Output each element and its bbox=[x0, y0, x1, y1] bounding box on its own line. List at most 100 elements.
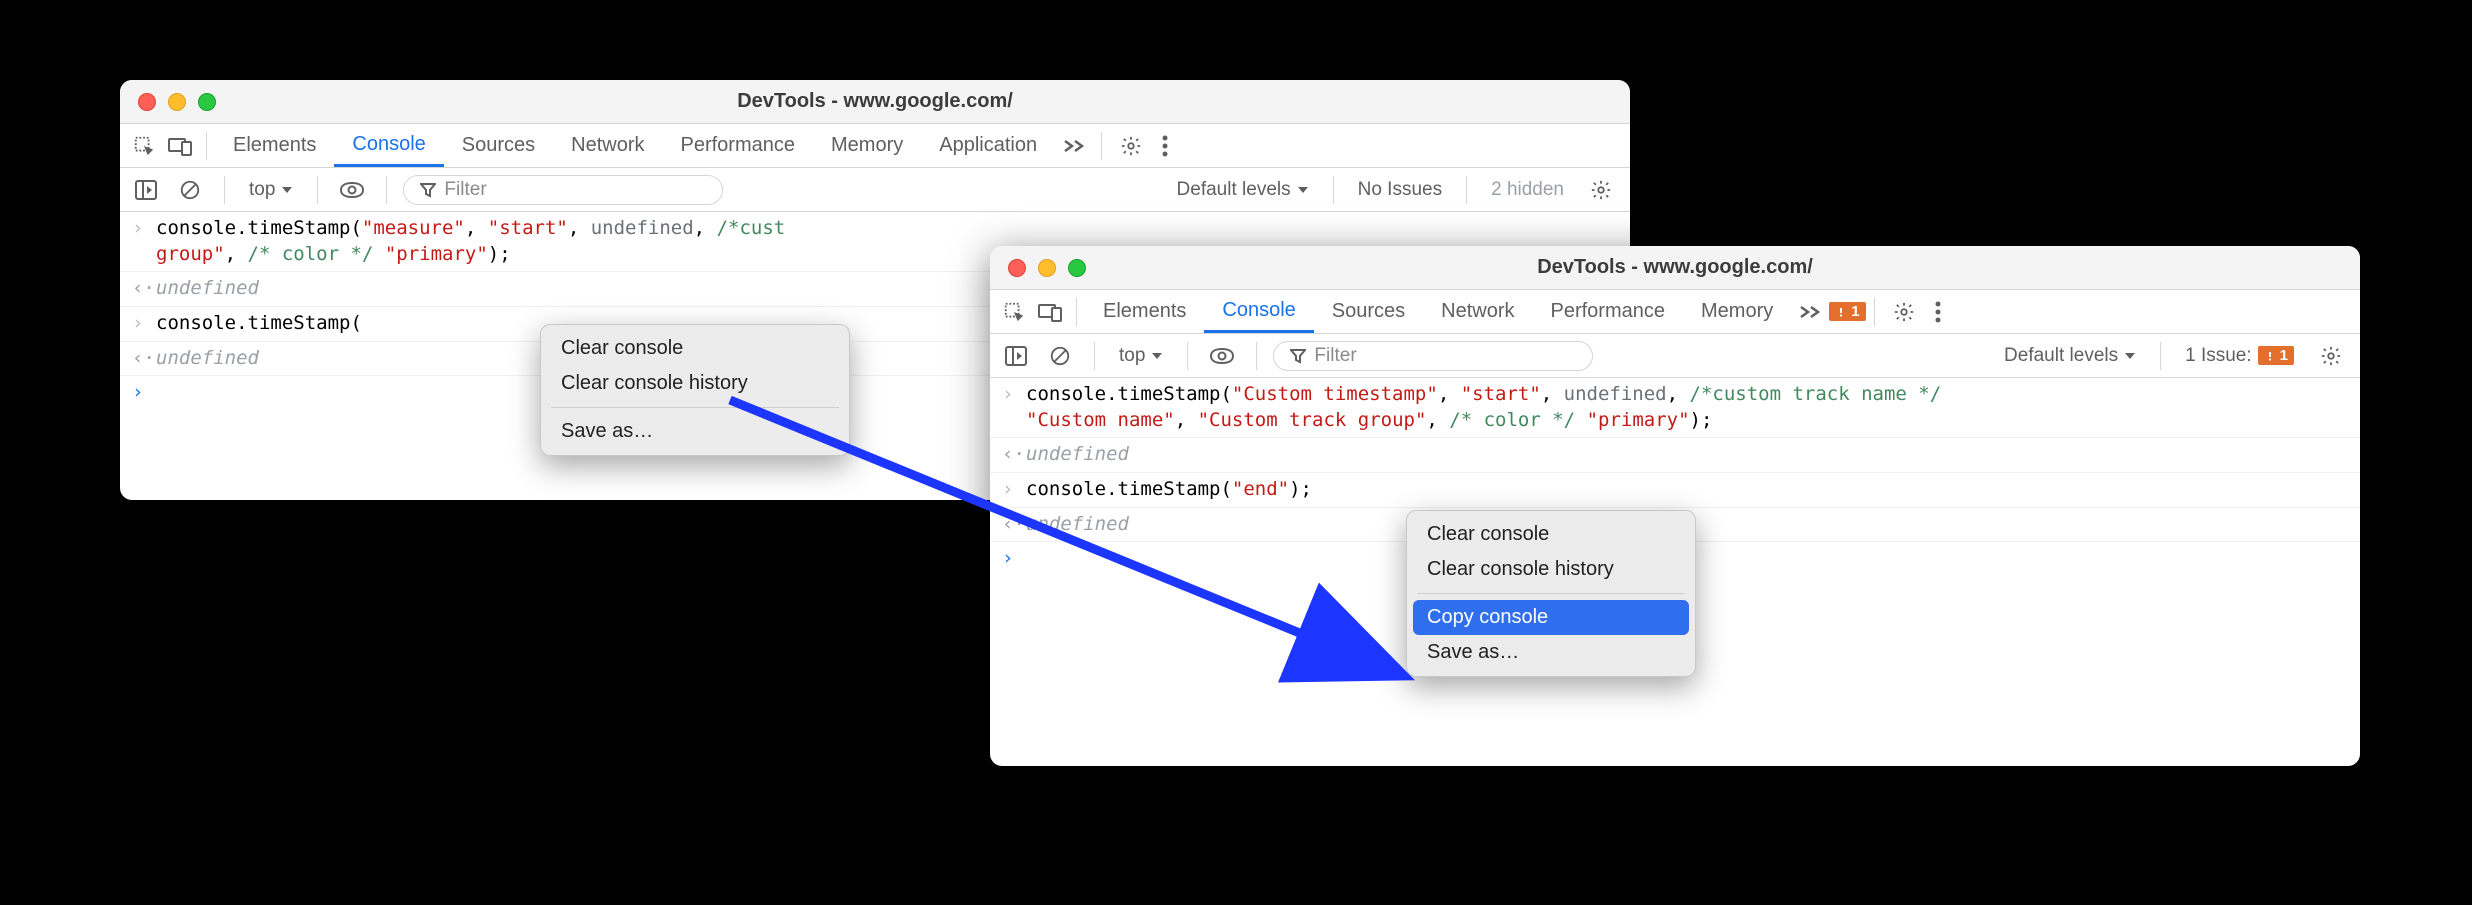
menu-separator bbox=[1417, 593, 1685, 594]
menu-save-as[interactable]: Save as… bbox=[1413, 635, 1689, 670]
menu-clear-console[interactable]: Clear console bbox=[1413, 517, 1689, 552]
chevron-down-icon bbox=[1151, 351, 1163, 361]
context-selector[interactable]: top bbox=[1111, 345, 1171, 367]
tab-elements[interactable]: Elements bbox=[215, 124, 334, 167]
tab-memory[interactable]: Memory bbox=[813, 124, 921, 167]
inspect-icon[interactable] bbox=[996, 294, 1032, 330]
context-menu: Clear console Clear console history Copy… bbox=[1406, 510, 1696, 677]
tab-memory[interactable]: Memory bbox=[1683, 290, 1791, 333]
settings-icon[interactable] bbox=[1110, 135, 1152, 157]
close-icon[interactable] bbox=[138, 93, 156, 111]
menu-clear-console-history[interactable]: Clear console history bbox=[547, 366, 843, 401]
more-tabs-icon[interactable] bbox=[1055, 139, 1093, 153]
chevron-right-icon: › bbox=[132, 380, 148, 406]
device-toggle-icon[interactable] bbox=[162, 128, 198, 164]
hidden-messages[interactable]: 2 hidden bbox=[1483, 179, 1572, 201]
return-arrow-icon: ‹· bbox=[1002, 442, 1018, 468]
tab-sources[interactable]: Sources bbox=[444, 124, 553, 167]
chevron-down-icon bbox=[2124, 351, 2136, 361]
live-expression-icon[interactable] bbox=[334, 172, 370, 208]
console-input-row[interactable]: › console.timeStamp("Custom timestamp", … bbox=[990, 378, 2360, 438]
divider bbox=[1094, 342, 1095, 370]
tab-elements[interactable]: Elements bbox=[1085, 290, 1204, 333]
chevron-right-icon: › bbox=[132, 311, 148, 337]
console-code: console.timeStamp( bbox=[156, 311, 362, 337]
tab-performance[interactable]: Performance bbox=[663, 124, 814, 167]
clear-console-icon[interactable] bbox=[172, 172, 208, 208]
issue-badge: 1 bbox=[2258, 346, 2294, 365]
filter-input[interactable]: Filter bbox=[403, 175, 723, 205]
tab-network[interactable]: Network bbox=[553, 124, 662, 167]
warning-icon bbox=[1835, 306, 1847, 318]
tab-performance[interactable]: Performance bbox=[1533, 290, 1684, 333]
tab-console[interactable]: Console bbox=[334, 124, 443, 167]
sidebar-toggle-icon[interactable] bbox=[998, 338, 1034, 374]
console-output-row: ‹· undefined bbox=[990, 438, 2360, 473]
console-code: console.timeStamp("measure", "start", un… bbox=[156, 216, 785, 267]
context-selector[interactable]: top bbox=[241, 179, 301, 201]
tab-application[interactable]: Application bbox=[921, 124, 1055, 167]
close-icon[interactable] bbox=[1008, 259, 1026, 277]
window-title: DevTools - www.google.com/ bbox=[990, 256, 2360, 279]
console-settings-icon[interactable] bbox=[2310, 345, 2352, 367]
sidebar-toggle-icon[interactable] bbox=[128, 172, 164, 208]
issues-indicator[interactable]: No Issues bbox=[1350, 179, 1450, 201]
kebab-menu-icon[interactable] bbox=[1152, 135, 1178, 157]
divider bbox=[386, 176, 387, 204]
window-title: DevTools - www.google.com/ bbox=[120, 90, 1630, 113]
titlebar: DevTools - www.google.com/ bbox=[990, 246, 2360, 290]
console-code: console.timeStamp("end"); bbox=[1026, 477, 1312, 503]
issue-badge[interactable]: 1 bbox=[1829, 302, 1865, 321]
filter-input[interactable]: Filter bbox=[1273, 341, 1593, 371]
context-menu: Clear console Clear console history Save… bbox=[540, 324, 850, 456]
divider bbox=[1187, 342, 1188, 370]
undefined-value: undefined bbox=[156, 346, 259, 372]
console-settings-icon[interactable] bbox=[1580, 179, 1622, 201]
funnel-icon bbox=[1290, 348, 1306, 364]
inspect-icon[interactable] bbox=[126, 128, 162, 164]
minimize-icon[interactable] bbox=[1038, 259, 1056, 277]
titlebar: DevTools - www.google.com/ bbox=[120, 80, 1630, 124]
maximize-icon[interactable] bbox=[1068, 259, 1086, 277]
maximize-icon[interactable] bbox=[198, 93, 216, 111]
chevron-right-icon: › bbox=[1002, 477, 1018, 503]
kebab-menu-icon[interactable] bbox=[1925, 301, 1951, 323]
tab-strip: Elements Console Sources Network Perform… bbox=[120, 124, 1630, 168]
tab-console[interactable]: Console bbox=[1204, 290, 1313, 333]
menu-save-as[interactable]: Save as… bbox=[547, 414, 843, 449]
funnel-icon bbox=[420, 182, 436, 198]
clear-console-icon[interactable] bbox=[1042, 338, 1078, 374]
tab-network[interactable]: Network bbox=[1423, 290, 1532, 333]
menu-clear-console-history[interactable]: Clear console history bbox=[1413, 552, 1689, 587]
undefined-value: undefined bbox=[1026, 512, 1129, 538]
traffic-lights bbox=[990, 259, 1086, 277]
menu-copy-console[interactable]: Copy console bbox=[1413, 600, 1689, 635]
console-input-row[interactable]: › console.timeStamp("end"); bbox=[990, 473, 2360, 508]
filter-placeholder: Filter bbox=[1314, 345, 1356, 367]
divider bbox=[1466, 176, 1467, 204]
undefined-value: undefined bbox=[156, 276, 259, 302]
chevron-right-icon: › bbox=[132, 216, 148, 242]
console-code: console.timeStamp("Custom timestamp", "s… bbox=[1026, 382, 1941, 433]
divider bbox=[2160, 342, 2161, 370]
divider bbox=[1101, 132, 1102, 160]
tab-sources[interactable]: Sources bbox=[1314, 290, 1423, 333]
settings-icon[interactable] bbox=[1883, 301, 1925, 323]
more-tabs-icon[interactable] bbox=[1791, 305, 1829, 319]
console-toolbar: top Filter Default levels No Issues 2 hi… bbox=[120, 168, 1630, 212]
live-expression-icon[interactable] bbox=[1204, 338, 1240, 374]
devtools-window-2: DevTools - www.google.com/ Elements Cons… bbox=[990, 246, 2360, 766]
menu-clear-console[interactable]: Clear console bbox=[547, 331, 843, 366]
minimize-icon[interactable] bbox=[168, 93, 186, 111]
divider bbox=[206, 132, 207, 160]
log-levels-dropdown[interactable]: Default levels bbox=[1169, 179, 1317, 201]
issues-indicator[interactable]: 1 Issue: 1 bbox=[2177, 345, 2302, 367]
chevron-down-icon bbox=[281, 185, 293, 195]
divider bbox=[1256, 342, 1257, 370]
chevron-right-icon: › bbox=[1002, 546, 1018, 572]
log-levels-dropdown[interactable]: Default levels bbox=[1996, 345, 2144, 367]
device-toggle-icon[interactable] bbox=[1032, 294, 1068, 330]
return-arrow-icon: ‹· bbox=[132, 276, 148, 302]
warning-icon bbox=[2264, 350, 2276, 362]
traffic-lights bbox=[120, 93, 216, 111]
